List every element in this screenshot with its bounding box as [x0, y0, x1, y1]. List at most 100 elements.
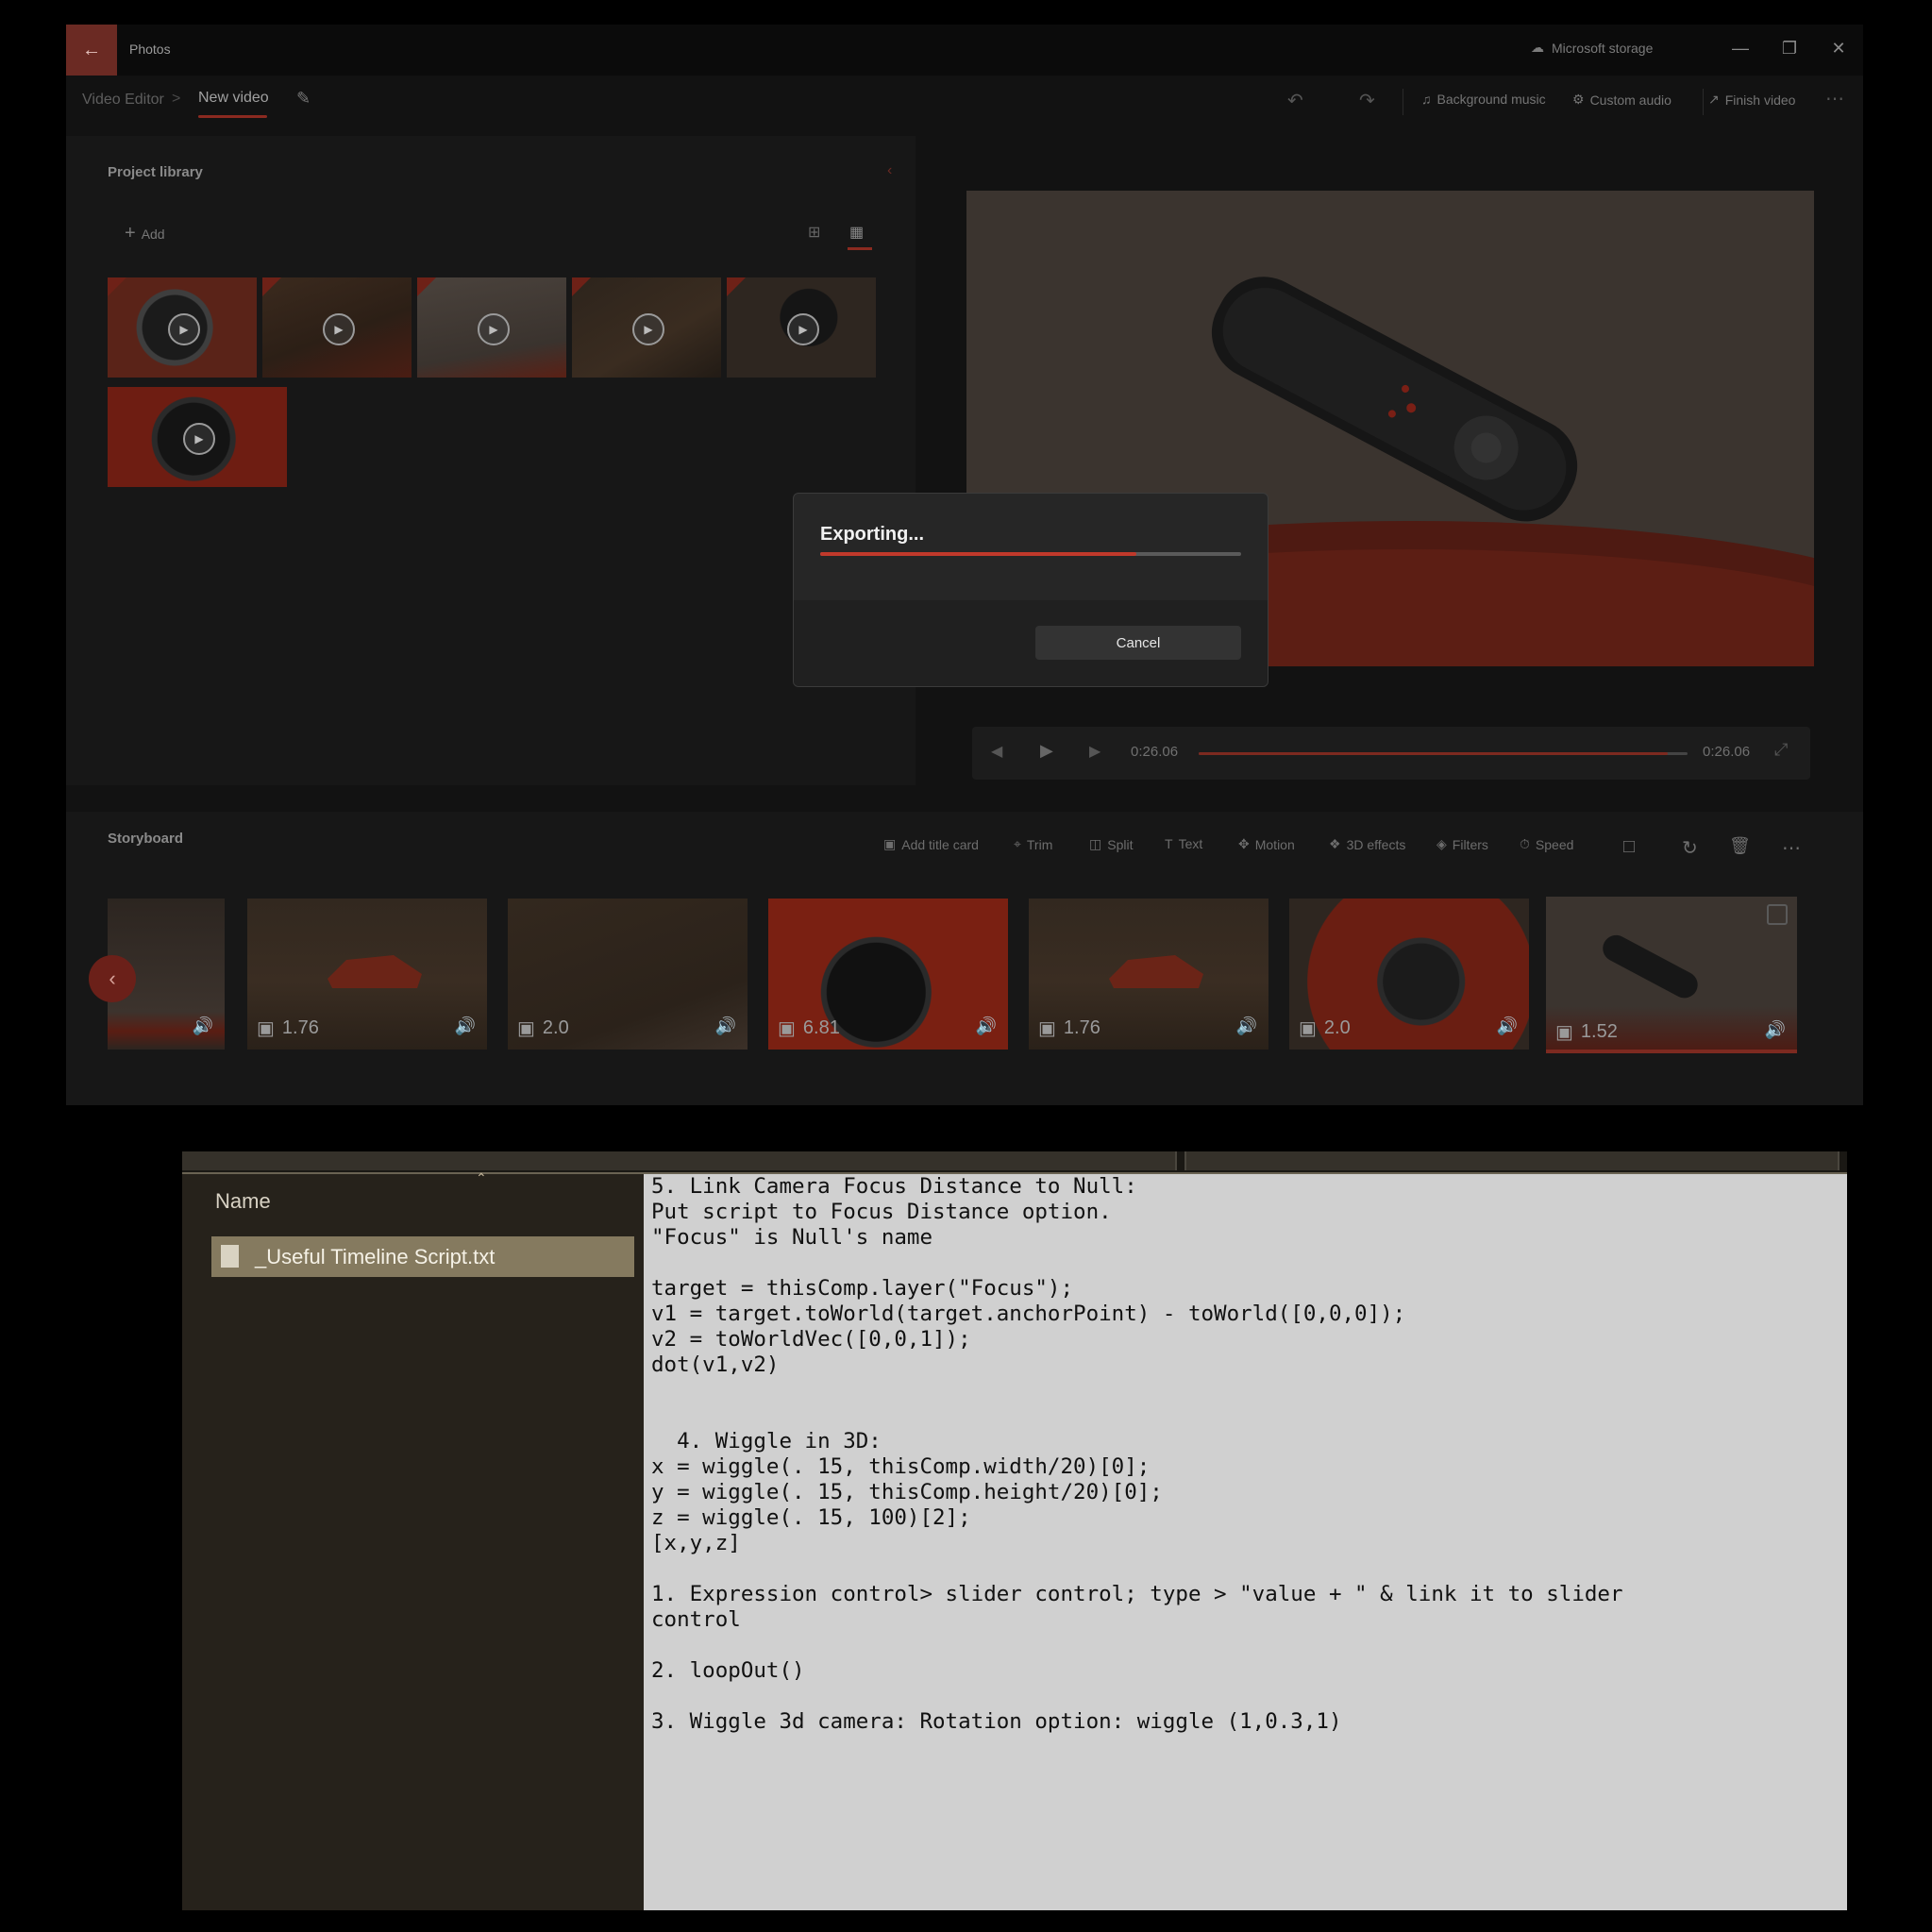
- play-icon: ▶: [632, 313, 664, 345]
- car-image: [1109, 955, 1203, 988]
- storyboard-clip[interactable]: ▣ 1.76 🔊: [1029, 899, 1268, 1050]
- speed-label: Speed: [1535, 836, 1574, 852]
- clip-select-checkbox[interactable]: [1767, 904, 1788, 925]
- library-thumbnail[interactable]: ▶: [262, 277, 412, 378]
- clip-duration-value: 1.76: [281, 1017, 319, 1038]
- audio-icon: ⚙: [1572, 92, 1585, 107]
- name-column-header[interactable]: Name: [215, 1189, 271, 1214]
- storyboard-clip[interactable]: ▣ 1.76 🔊: [247, 899, 487, 1050]
- library-thumbnail[interactable]: ▶: [108, 387, 287, 487]
- volume-icon[interactable]: 🔊: [1497, 1016, 1518, 1036]
- script-text: 5. Link Camera Focus Distance to Null: P…: [651, 1174, 1623, 1734]
- breadcrumb-video-editor[interactable]: Video Editor: [82, 92, 164, 109]
- minimize-icon: —: [1732, 38, 1749, 58]
- library-thumbnail[interactable]: ▶: [108, 277, 257, 378]
- restore-icon: ❐: [1781, 38, 1798, 58]
- split-label: Split: [1107, 836, 1134, 852]
- trim-button[interactable]: ⌖ Trim: [1014, 836, 1052, 852]
- sort-chevron-up-icon[interactable]: ⌃: [476, 1170, 487, 1186]
- dialog-title: Exporting...: [820, 524, 924, 545]
- fullscreen-icon[interactable]: ⤢: [1774, 740, 1788, 760]
- header-pane-right: [1184, 1151, 1840, 1170]
- library-thumbnail[interactable]: ▶: [572, 277, 721, 378]
- add-media-button[interactable]: + Add: [125, 223, 165, 244]
- title-card-icon: ▣: [883, 836, 897, 851]
- cancel-button[interactable]: Cancel: [1035, 626, 1241, 660]
- clip-film-icon: ▣: [1555, 1022, 1573, 1043]
- collapse-library-icon[interactable]: ‹: [887, 162, 892, 179]
- undo-icon[interactable]: ↶: [1287, 89, 1303, 112]
- resize-icon[interactable]: □: [1623, 836, 1635, 858]
- rotate-icon[interactable]: ↻: [1682, 836, 1698, 860]
- volume-icon[interactable]: 🔊: [193, 1016, 213, 1036]
- delete-icon[interactable]: 🗑: [1729, 836, 1751, 856]
- volume-icon[interactable]: 🔊: [1765, 1020, 1786, 1040]
- rename-pencil-icon[interactable]: ✎: [296, 89, 311, 109]
- close-icon: ✕: [1831, 38, 1846, 58]
- split-button[interactable]: ◫ Split: [1089, 836, 1133, 852]
- large-grid-view-icon[interactable]: ⊞: [808, 223, 820, 242]
- minimize-button[interactable]: —: [1723, 34, 1757, 62]
- clip-duration: ▣ 1.76: [257, 1016, 319, 1040]
- breadcrumb-current: New video: [198, 90, 269, 106]
- clip-film-icon: ▣: [1299, 1018, 1317, 1039]
- restore-button[interactable]: ❐: [1772, 34, 1806, 62]
- filters-button[interactable]: ◈ Filters: [1436, 836, 1488, 852]
- background-music-button[interactable]: ♫ Background music: [1421, 92, 1546, 107]
- motion-button[interactable]: ✥ Motion: [1238, 836, 1295, 852]
- playback-bar: ◀ ▶ ▶ 0:26.06 0:26.06 ⤢: [972, 727, 1810, 780]
- chevron-left-icon: ‹: [109, 966, 116, 990]
- editor-toolbar: Video Editor > New video ✎ ↶ ↷ ♫ Backgro…: [66, 76, 1863, 128]
- 3d-effects-button[interactable]: ❖ 3D effects: [1329, 836, 1405, 852]
- explorer-header: [182, 1151, 1847, 1172]
- next-frame-icon[interactable]: ▶: [1089, 742, 1100, 761]
- total-time: 0:26.06: [1703, 744, 1751, 760]
- seek-bar-fill: [1199, 752, 1669, 755]
- play-icon: ▶: [168, 313, 200, 345]
- more-options-icon[interactable]: ⋯: [1825, 87, 1844, 110]
- library-thumbnail[interactable]: ▶: [727, 277, 876, 378]
- storyboard-clip[interactable]: ▣ 6.81 🔊: [768, 899, 1008, 1050]
- clip-film-icon: ▣: [778, 1018, 796, 1039]
- used-marker: [572, 277, 591, 296]
- seek-bar[interactable]: [1199, 752, 1688, 755]
- volume-icon[interactable]: 🔊: [455, 1016, 476, 1036]
- text-preview-pane[interactable]: 5. Link Camera Focus Distance to Null: P…: [644, 1174, 1847, 1910]
- volume-icon[interactable]: 🔊: [715, 1016, 736, 1036]
- back-button[interactable]: ←: [66, 25, 117, 76]
- storage-link[interactable]: ☁ Microsoft storage: [1531, 40, 1653, 56]
- used-marker: [108, 277, 126, 296]
- custom-audio-button[interactable]: ⚙ Custom audio: [1572, 92, 1672, 108]
- share-icon: ↗: [1708, 92, 1720, 107]
- storyboard-clip[interactable]: ▣ 2.0 🔊: [508, 899, 748, 1050]
- more-options-icon[interactable]: ⋯: [1782, 836, 1801, 860]
- current-time: 0:26.06: [1131, 744, 1179, 760]
- play-icon[interactable]: ▶: [1040, 741, 1053, 761]
- motion-icon: ✥: [1238, 836, 1250, 851]
- used-marker: [262, 277, 281, 296]
- storyboard-scroll-left-button[interactable]: ‹: [89, 955, 136, 1002]
- title-bar: ← Photos ☁ Microsoft storage — ❐ ✕: [66, 25, 1863, 76]
- volume-icon[interactable]: 🔊: [976, 1016, 997, 1036]
- close-button[interactable]: ✕: [1822, 34, 1856, 62]
- speed-button[interactable]: ⏱ Speed: [1520, 836, 1573, 852]
- library-thumbnail[interactable]: ▶: [417, 277, 566, 378]
- storyboard-clip-selected[interactable]: ▣ 1.52 🔊: [1546, 897, 1797, 1053]
- redo-icon[interactable]: ↷: [1359, 89, 1375, 112]
- export-progress-bar: [820, 552, 1241, 556]
- file-list-item[interactable]: _Useful Timeline Script.txt: [211, 1236, 634, 1277]
- text-button[interactable]: T Text: [1165, 836, 1202, 851]
- small-grid-view-icon[interactable]: ▦: [849, 223, 864, 242]
- clip-duration-value: 2.0: [1323, 1017, 1351, 1038]
- storyboard-clip[interactable]: ▣ 2.0 🔊: [1289, 899, 1529, 1050]
- volume-icon[interactable]: 🔊: [1236, 1016, 1257, 1036]
- play-icon: ▶: [183, 423, 215, 455]
- filters-icon: ◈: [1436, 836, 1447, 851]
- finish-video-button[interactable]: ↗ Finish video: [1708, 92, 1795, 108]
- clip-film-icon: ▣: [257, 1018, 275, 1039]
- view-selected-indicator: [848, 247, 872, 250]
- 3d-effects-label: 3D effects: [1346, 836, 1406, 852]
- storage-label: Microsoft storage: [1552, 40, 1654, 56]
- add-title-card-button[interactable]: ▣ Add title card: [883, 836, 979, 852]
- previous-frame-icon[interactable]: ◀: [991, 742, 1002, 761]
